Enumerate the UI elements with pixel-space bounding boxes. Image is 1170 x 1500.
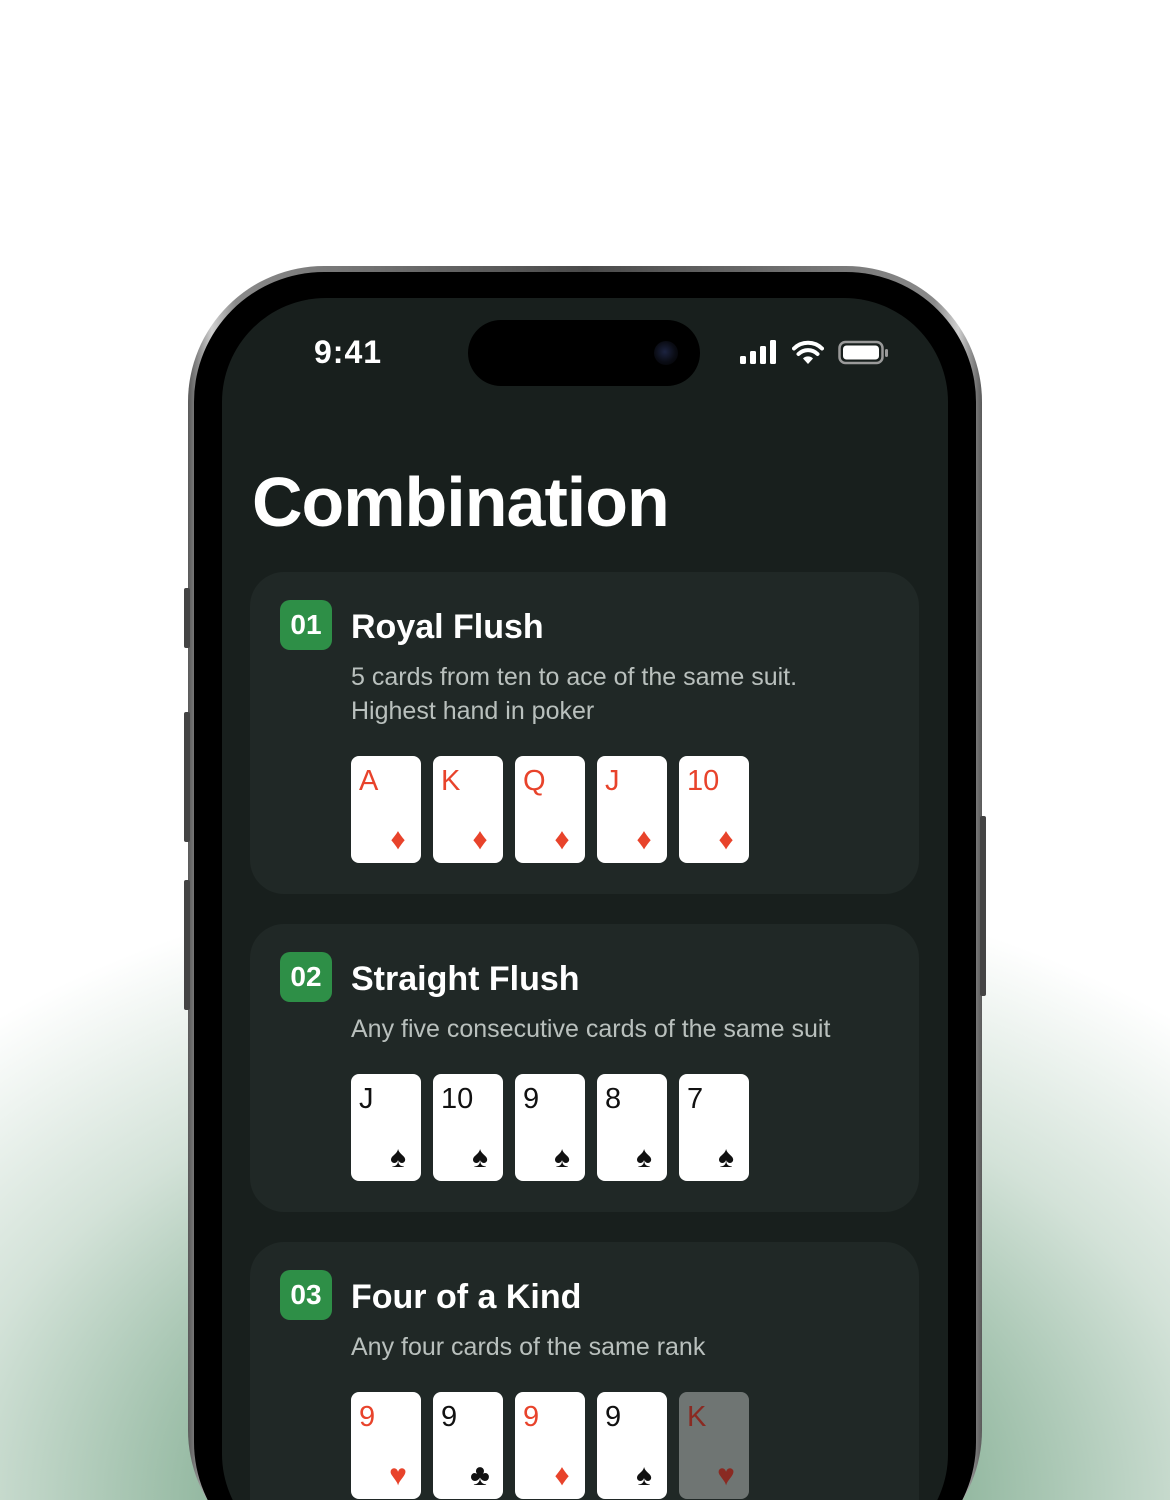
combination-name: Royal Flush — [351, 608, 544, 646]
card-rank: 10 — [687, 765, 720, 797]
card-rank: 8 — [605, 1083, 622, 1115]
power-button — [980, 816, 986, 996]
card-rank: 9 — [523, 1083, 540, 1115]
card-rank: 9 — [523, 1401, 540, 1433]
phone-screen: 9:41 Combination 01 Royal Flush 5 cards … — [222, 298, 948, 1500]
combination-number-badge: 03 — [280, 1270, 332, 1320]
action-button — [184, 588, 190, 648]
playing-card: 7 ♠ — [679, 1074, 749, 1181]
card-rank: 9 — [441, 1401, 458, 1433]
diamond-icon: ♦ — [636, 823, 652, 856]
diamond-icon: ♦ — [390, 823, 406, 856]
diamond-icon: ♦ — [718, 823, 734, 856]
combination-card-straight-flush[interactable]: 02 Straight Flush Any five consecutive c… — [250, 924, 919, 1212]
spade-icon: ♠ — [390, 1141, 406, 1174]
diamond-icon: ♦ — [554, 1459, 570, 1492]
signal-icon — [740, 340, 776, 364]
spade-icon: ♠ — [554, 1141, 570, 1174]
status-time: 9:41 — [314, 334, 383, 370]
card-rank: 10 — [441, 1083, 474, 1115]
combination-name: Four of a Kind — [351, 1278, 582, 1316]
playing-card: J ♠ — [351, 1074, 421, 1181]
wifi-icon — [792, 340, 824, 364]
playing-card: K ♦ — [433, 756, 503, 863]
card-rank: K — [687, 1401, 707, 1433]
combination-description: 5 cards from ten to ace of the same suit… — [351, 663, 798, 725]
combination-number-badge: 01 — [280, 600, 332, 650]
battery-icon — [838, 340, 888, 365]
combination-card-royal-flush[interactable]: 01 Royal Flush 5 cards from ten to ace o… — [250, 572, 919, 894]
playing-card: 9 ♠ — [515, 1074, 585, 1181]
playing-card: 9 ♠ — [597, 1392, 667, 1499]
spade-icon: ♠ — [636, 1141, 652, 1174]
club-icon: ♣ — [470, 1459, 490, 1492]
status-bar: 9:41 — [222, 298, 948, 408]
playing-card: 9 ♦ — [515, 1392, 585, 1499]
combination-description: Any five consecutive cards of the same s… — [351, 1015, 831, 1043]
combination-number-badge: 02 — [280, 952, 332, 1002]
playing-card: Q ♦ — [515, 756, 585, 863]
card-rank: 9 — [605, 1401, 622, 1433]
card-rank: Q — [523, 765, 546, 797]
dynamic-island — [468, 320, 700, 386]
playing-card: J ♦ — [597, 756, 667, 863]
card-rank: J — [359, 1083, 374, 1115]
combination-card-four-of-a-kind[interactable]: 03 Four of a Kind Any four cards of the … — [250, 1242, 919, 1500]
card-rank: A — [359, 765, 379, 797]
page-title: Combination — [252, 463, 670, 541]
playing-card: 10 ♠ — [433, 1074, 503, 1181]
diamond-icon: ♦ — [554, 823, 570, 856]
diamond-icon: ♦ — [472, 823, 488, 856]
background-frame: 9:41 Combination 01 Royal Flush 5 cards … — [0, 0, 1170, 1500]
volume-up-button — [184, 712, 190, 842]
card-rank: K — [441, 765, 461, 797]
card-row: J ♠ 10 ♠ 9 ♠ 8 ♠ 7 ♠ — [351, 1074, 749, 1181]
spade-icon: ♠ — [718, 1141, 734, 1174]
playing-card: A ♦ — [351, 756, 421, 863]
playing-card: 10 ♦ — [679, 756, 749, 863]
card-rank: 9 — [359, 1401, 376, 1433]
heart-icon: ♥ — [389, 1459, 407, 1492]
playing-card: 9 ♥ — [351, 1392, 421, 1499]
combination-name: Straight Flush — [351, 960, 580, 998]
playing-card: 8 ♠ — [597, 1074, 667, 1181]
spade-icon: ♠ — [472, 1141, 488, 1174]
card-rank: 7 — [687, 1083, 704, 1115]
playing-card-unused: K ♥ — [679, 1392, 749, 1499]
volume-down-button — [184, 880, 190, 1010]
heart-icon: ♥ — [717, 1459, 735, 1492]
card-row: 9 ♥ 9 ♣ 9 ♦ 9 ♠ K ♥ — [351, 1392, 749, 1499]
camera-icon — [654, 341, 678, 365]
card-rank: J — [605, 765, 620, 797]
playing-card: 9 ♣ — [433, 1392, 503, 1499]
card-row: A ♦ K ♦ Q ♦ J ♦ 10 ♦ — [351, 756, 749, 863]
combination-description: Any four cards of the same rank — [351, 1333, 706, 1361]
spade-icon: ♠ — [636, 1459, 652, 1492]
